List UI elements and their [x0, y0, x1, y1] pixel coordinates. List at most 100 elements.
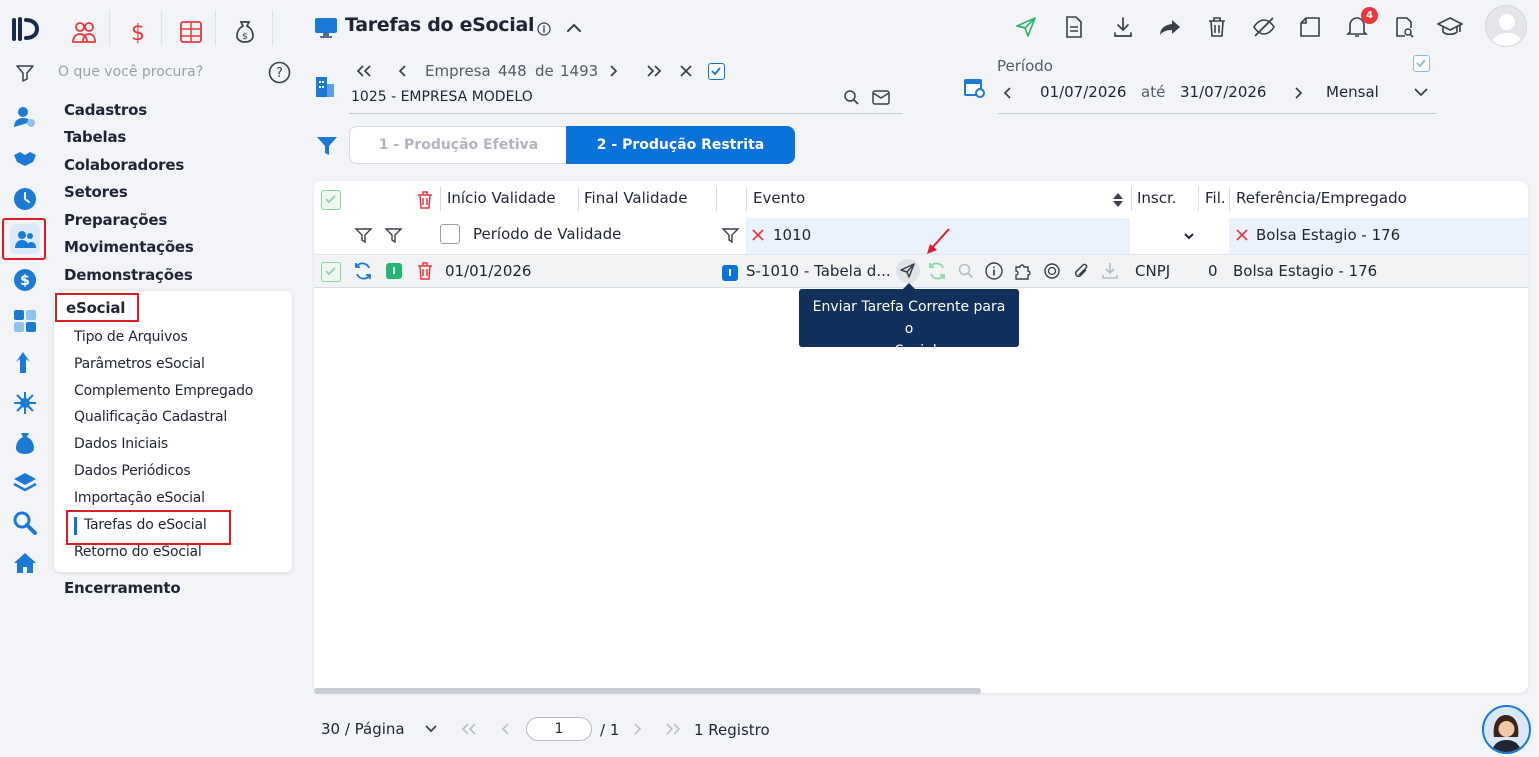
- spreadsheet-icon[interactable]: [175, 16, 207, 48]
- filter-icon[interactable]: [10, 58, 40, 88]
- filter-evento-icon[interactable]: [721, 226, 740, 245]
- info-icon[interactable]: [537, 22, 551, 36]
- people-group-icon[interactable]: [68, 16, 100, 48]
- send-icon[interactable]: [1011, 12, 1041, 42]
- trash-icon[interactable]: [1202, 12, 1232, 42]
- attachment-icon[interactable]: [1071, 261, 1091, 281]
- network-icon[interactable]: [10, 388, 40, 418]
- tab-producao-restrita[interactable]: 2 - Produção Restrita: [566, 126, 795, 164]
- support-icon[interactable]: [1042, 261, 1062, 281]
- last-company-icon[interactable]: [645, 63, 663, 79]
- col-inicio-validade[interactable]: Início Validade: [447, 189, 556, 207]
- growth-icon[interactable]: [10, 347, 40, 377]
- submenu-dados-iniciais[interactable]: Dados Iniciais: [74, 436, 168, 452]
- horizontal-scrollbar[interactable]: [314, 688, 981, 694]
- sort-icon[interactable]: [1112, 192, 1124, 208]
- prev-company-icon[interactable]: [396, 63, 408, 79]
- mail-icon[interactable]: [872, 90, 890, 105]
- next-period-icon[interactable]: [1293, 85, 1305, 101]
- filter-type-icon[interactable]: [384, 226, 403, 245]
- last-page-icon[interactable]: [664, 722, 682, 736]
- clear-company-icon[interactable]: [679, 64, 693, 78]
- layers-icon[interactable]: [10, 468, 40, 498]
- dollar-sign-icon[interactable]: $: [122, 16, 154, 48]
- graduation-cap-icon[interactable]: [1435, 12, 1465, 42]
- download-row-icon[interactable]: [1100, 261, 1120, 281]
- clear-evento-filter-icon[interactable]: [751, 228, 765, 242]
- sync-row-icon[interactable]: [927, 261, 947, 281]
- col-inscr[interactable]: Inscr.: [1137, 189, 1177, 207]
- document-icon[interactable]: [1059, 12, 1089, 42]
- menu-item-setores[interactable]: Setores: [64, 183, 128, 201]
- home-icon[interactable]: [10, 548, 40, 578]
- note-icon[interactable]: [1295, 12, 1325, 42]
- submenu-dados-periodicos[interactable]: Dados Periódicos: [74, 463, 191, 479]
- prev-period-icon[interactable]: [1001, 85, 1013, 101]
- page-size-chevron-icon[interactable]: [424, 724, 438, 734]
- chevron-down-icon[interactable]: [1413, 86, 1429, 98]
- chevron-up-icon[interactable]: [566, 20, 582, 36]
- dollar-icon[interactable]: $: [10, 265, 40, 295]
- col-referencia[interactable]: Referência/Empregado: [1236, 189, 1407, 207]
- delete-row-icon[interactable]: [416, 261, 434, 281]
- submenu-importacao[interactable]: Importação eSocial: [74, 490, 205, 506]
- submenu-qualificacao[interactable]: Qualificação Cadastral: [74, 409, 227, 425]
- menu-item-tabelas[interactable]: Tabelas: [64, 128, 126, 146]
- puzzle-icon[interactable]: [1013, 261, 1033, 281]
- submenu-tipo-arquivos[interactable]: Tipo de Arquivos: [74, 329, 188, 345]
- col-evento[interactable]: Evento: [753, 189, 805, 207]
- page-number-input[interactable]: [526, 717, 592, 741]
- user-settings-icon[interactable]: [10, 102, 40, 132]
- clock-icon[interactable]: [10, 184, 40, 214]
- clear-referencia-filter-icon[interactable]: [1235, 228, 1249, 242]
- next-company-icon[interactable]: [608, 63, 620, 79]
- search-row-icon[interactable]: [957, 262, 975, 280]
- select-all-checkbox[interactable]: [321, 190, 341, 210]
- download-icon[interactable]: [1108, 12, 1138, 42]
- submenu-complemento[interactable]: Complemento Empregado: [74, 383, 253, 399]
- company-name[interactable]: 1025 - EMPRESA MODELO: [351, 89, 533, 105]
- first-page-icon[interactable]: [460, 722, 478, 736]
- menu-item-cadastros[interactable]: Cadastros: [64, 101, 147, 119]
- handshake-icon[interactable]: [10, 143, 40, 173]
- assistant-avatar[interactable]: [1482, 705, 1531, 754]
- avatar[interactable]: [1485, 5, 1527, 47]
- menu-item-colaboradores[interactable]: Colaboradores: [64, 156, 184, 174]
- menu-item-movimentacoes[interactable]: Movimentações: [64, 238, 194, 256]
- search-document-icon[interactable]: [1389, 12, 1419, 42]
- submenu-parametros[interactable]: Parâmetros eSocial: [74, 356, 205, 372]
- referencia-filter-value[interactable]: Bolsa Estagio - 176: [1256, 226, 1400, 244]
- delete-all-icon[interactable]: [416, 190, 434, 210]
- search-icon[interactable]: [843, 89, 860, 106]
- evento-filter-value[interactable]: 1010: [773, 226, 811, 244]
- money-bag-icon[interactable]: [10, 428, 40, 458]
- period-start[interactable]: 01/07/2026: [1040, 83, 1126, 101]
- app-logo-icon[interactable]: [10, 14, 40, 44]
- funnel-icon[interactable]: [315, 134, 339, 158]
- col-fil[interactable]: Fil.: [1205, 189, 1226, 207]
- search-zoom-icon[interactable]: [10, 508, 40, 538]
- forward-icon[interactable]: [1155, 12, 1185, 42]
- info-row-icon[interactable]: [984, 261, 1004, 281]
- submenu-retorno[interactable]: Retorno do eSocial: [74, 544, 202, 560]
- page-size-select[interactable]: 30 / Página: [321, 720, 405, 738]
- help-icon[interactable]: ?: [268, 61, 291, 84]
- company-checkbox[interactable]: [708, 63, 725, 80]
- period-end[interactable]: 31/07/2026: [1180, 83, 1266, 101]
- prev-page-icon[interactable]: [500, 722, 512, 736]
- refresh-row-icon[interactable]: [353, 261, 373, 281]
- menu-item-demonstracoes[interactable]: Demonstrações: [64, 266, 193, 284]
- calculator-icon[interactable]: [10, 306, 40, 336]
- col-final-validade[interactable]: Final Validade: [584, 189, 687, 207]
- filter-status-icon[interactable]: [354, 226, 373, 245]
- validity-filter-checkbox[interactable]: [440, 224, 460, 244]
- row-checkbox[interactable]: [321, 262, 341, 282]
- menu-item-preparacoes[interactable]: Preparações: [64, 211, 167, 229]
- send-task-button[interactable]: [896, 259, 920, 283]
- period-frequency[interactable]: Mensal: [1326, 83, 1379, 101]
- search-input[interactable]: [58, 60, 258, 84]
- table-row[interactable]: I 01/01/2026 I S-1010 - Tabela d... CNPJ…: [314, 254, 1528, 288]
- people-icon[interactable]: [10, 224, 40, 254]
- menu-item-encerramento[interactable]: Encerramento: [64, 579, 181, 597]
- next-page-icon[interactable]: [631, 722, 643, 736]
